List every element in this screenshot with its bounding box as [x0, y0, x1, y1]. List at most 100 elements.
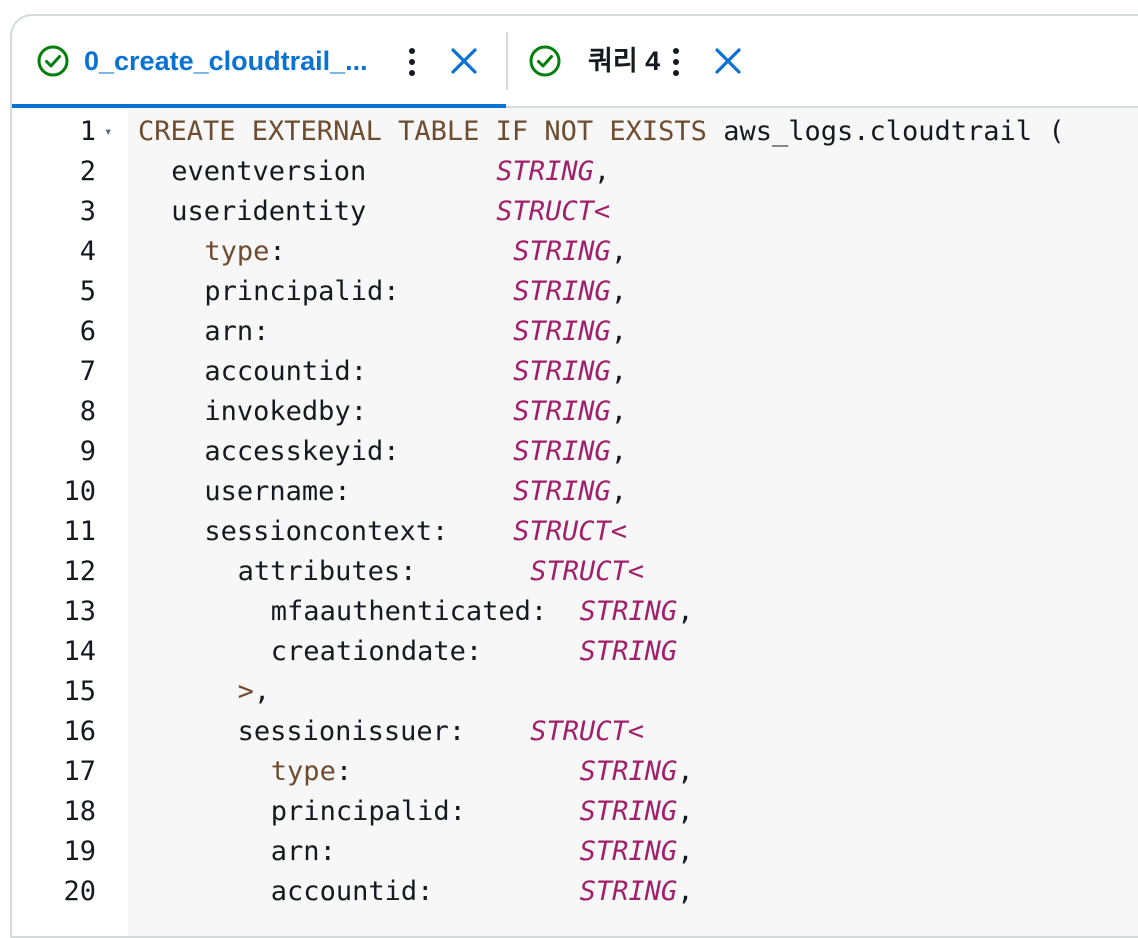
- tab-query-create-cloudtrail[interactable]: 0_create_cloudtrail_...: [12, 16, 506, 108]
- code-token: ,: [610, 276, 628, 307]
- line-number: 9: [79, 436, 96, 467]
- code-token: mfaauthenticated:: [270, 596, 580, 627]
- code-line: 7 accountid: STRING,: [12, 352, 1138, 392]
- code-line: 4 type: STRING,: [12, 232, 1138, 272]
- sql-type: STRUCT<: [530, 716, 644, 747]
- code-token: invokedby:: [204, 396, 514, 427]
- code-line: 12 attributes: STRUCT<: [12, 552, 1138, 592]
- code-line: 5 principalid: STRING,: [12, 272, 1138, 312]
- code-token: accesskeyid:: [204, 436, 514, 467]
- code-text: accountid: STRING,: [204, 352, 627, 392]
- code-text: creationdate: STRING: [271, 632, 677, 672]
- fold-toggle-icon[interactable]: ▾: [104, 112, 112, 152]
- code-line: 20 accountid: STRING,: [12, 872, 1138, 912]
- code-token: username:: [204, 476, 514, 507]
- sql-type: STRUCT<: [513, 516, 628, 547]
- close-tab-icon[interactable]: [713, 46, 743, 76]
- tab-divider: [506, 32, 508, 90]
- code-token: principalid:: [204, 276, 514, 307]
- line-number: 1: [79, 116, 96, 147]
- sql-type: STRING: [579, 836, 678, 867]
- code-token: ,: [610, 396, 628, 427]
- more-options-icon[interactable]: [670, 46, 682, 78]
- tab-query-4[interactable]: 쿼리 4: [510, 16, 770, 106]
- code-text: CREATE EXTERNAL TABLE IF NOT EXISTS aws_…: [138, 112, 1065, 152]
- code-text: attributes: STRUCT<: [238, 552, 644, 592]
- code-token: arn:: [204, 316, 514, 347]
- code-line: 2 eventversion STRING,: [12, 152, 1138, 192]
- code-line: 3 useridentity STRUCT<: [12, 192, 1138, 232]
- sql-code-editor[interactable]: 1 ▾ CREATE EXTERNAL TABLE IF NOT EXISTS aw…: [12, 108, 1138, 936]
- code-line: 16 sessionissuer: STRUCT<: [12, 712, 1138, 752]
- line-number: 20: [63, 876, 96, 907]
- sql-type: STRING: [579, 596, 678, 627]
- code-text: invokedby: STRING,: [204, 392, 627, 432]
- code-text: >,: [238, 672, 271, 712]
- query-tab-bar: 0_create_cloudtrail_... 쿼리 4: [12, 16, 1138, 108]
- tab-label: 쿼리 4: [588, 46, 661, 76]
- tab-label: 0_create_cloudtrail_...: [84, 46, 368, 76]
- line-number: 2: [79, 156, 96, 187]
- code-line: 15 >,: [12, 672, 1138, 712]
- line-number: 14: [63, 636, 96, 667]
- line-number: 4: [79, 236, 96, 267]
- sql-type: STRING: [579, 796, 678, 827]
- line-number: 16: [63, 716, 96, 747]
- code-token: ,: [253, 676, 271, 707]
- sql-type: STRING: [513, 236, 611, 267]
- code-text: eventversion STRING,: [171, 152, 610, 192]
- code-token: aws_logs.cloudtrail (: [706, 116, 1065, 147]
- line-number: 6: [79, 316, 96, 347]
- code-line: 13 mfaauthenticated: STRING,: [12, 592, 1138, 632]
- code-token: sessioncontext:: [204, 516, 514, 547]
- success-check-icon: [37, 45, 69, 77]
- code-token: :: [335, 756, 580, 787]
- line-number: 18: [63, 796, 96, 827]
- sql-keyword: CREATE EXTERNAL TABLE IF NOT EXISTS: [138, 116, 707, 147]
- code-line: 18 principalid: STRING,: [12, 792, 1138, 832]
- code-text: principalid: STRING,: [204, 272, 627, 312]
- code-token: eventversion: [171, 156, 497, 187]
- code-token: ,: [677, 796, 694, 827]
- code-text: arn: STRING,: [271, 832, 694, 872]
- code-line: 14 creationdate: STRING: [12, 632, 1138, 672]
- sql-keyword: type: [270, 756, 336, 787]
- code-token: :: [269, 236, 514, 267]
- line-number: 5: [79, 276, 96, 307]
- code-text: arn: STRING,: [204, 312, 627, 352]
- code-line: 6 arn: STRING,: [12, 312, 1138, 352]
- code-line: 11 sessioncontext: STRUCT<: [12, 512, 1138, 552]
- code-token: accountid:: [270, 876, 580, 907]
- code-text: username: STRING,: [204, 472, 627, 512]
- line-number: 3: [79, 196, 96, 227]
- code-token: ,: [677, 596, 694, 627]
- code-line: 10 username: STRING,: [12, 472, 1138, 512]
- line-number: 7: [79, 356, 96, 387]
- code-token: principalid:: [270, 796, 580, 827]
- code-token: ,: [610, 436, 628, 467]
- line-number: 12: [63, 556, 96, 587]
- line-number: 11: [63, 516, 96, 547]
- code-token: ,: [610, 316, 628, 347]
- close-tab-icon[interactable]: [449, 46, 479, 76]
- code-token: ,: [593, 156, 611, 187]
- sql-type: STRING: [513, 476, 611, 507]
- sql-type: STRING: [579, 636, 678, 667]
- code-token: arn:: [270, 836, 580, 867]
- sql-type: STRUCT<: [496, 196, 611, 227]
- code-line: 17 type: STRING,: [12, 752, 1138, 792]
- more-options-icon[interactable]: [406, 46, 418, 78]
- sql-type: STRING: [513, 356, 611, 387]
- code-token: ,: [677, 876, 694, 907]
- code-text: type: STRING,: [204, 232, 627, 272]
- code-text: accountid: STRING,: [271, 872, 694, 912]
- code-text: sessioncontext: STRUCT<: [204, 512, 627, 552]
- line-number: 15: [63, 676, 96, 707]
- code-line: 19 arn: STRING,: [12, 832, 1138, 872]
- code-token: attributes:: [237, 556, 531, 587]
- code-line: 1 ▾ CREATE EXTERNAL TABLE IF NOT EXISTS aw…: [12, 112, 1138, 152]
- line-number: 8: [79, 396, 96, 427]
- code-token: ,: [610, 356, 628, 387]
- sql-type: STRING: [496, 156, 594, 187]
- code-line: 8 invokedby: STRING,: [12, 392, 1138, 432]
